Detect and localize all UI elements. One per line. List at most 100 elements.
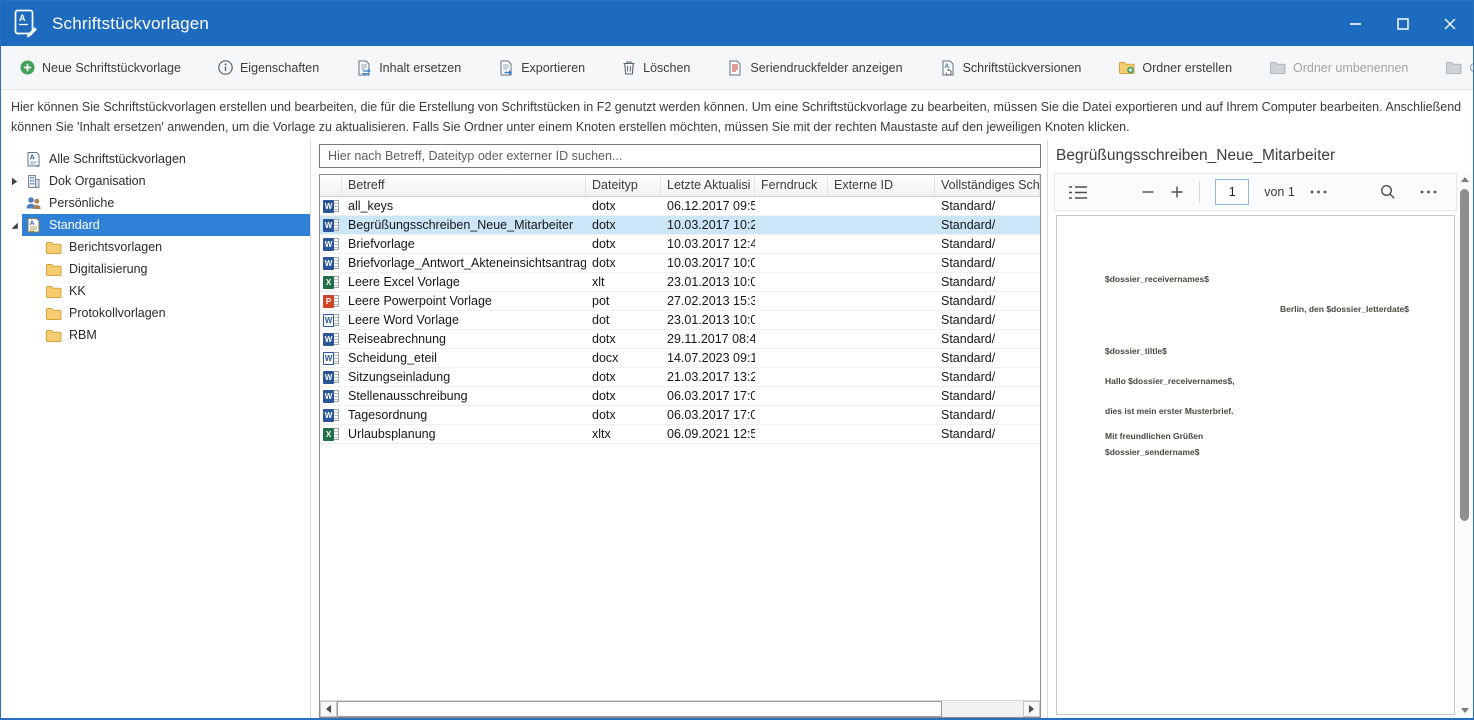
table-row[interactable]: PLeere Powerpoint Vorlagepot27.02.2013 1… — [320, 292, 1040, 311]
word-outline-file-icon: W — [320, 352, 342, 365]
table-row[interactable]: WScheidung_eteildocx14.07.2023 09:17Stan… — [320, 349, 1040, 368]
folder-icon — [44, 306, 62, 321]
folder-icon — [44, 262, 62, 277]
show-mailmerge-fields-button[interactable]: Seriendruckfelder anzeigen — [716, 53, 913, 83]
minimize-button[interactable] — [1332, 1, 1379, 46]
tree-item-rbm[interactable]: RBM — [1, 324, 310, 346]
cell-betreff: Urlaubsplanung — [342, 427, 586, 441]
outline-icon[interactable] — [1068, 185, 1088, 200]
delete-folder-button-label: Ordner löschen — [1469, 61, 1474, 75]
column-header-letzte[interactable]: Letzte Aktualisi — [661, 175, 755, 196]
preview-panel: Begrüßungsschreiben_Neue_Mitarbeiter 1 v… — [1047, 140, 1473, 718]
expander-expanded-icon[interactable] — [6, 221, 22, 230]
zoom-in-icon[interactable] — [1170, 185, 1184, 199]
zoom-out-icon[interactable] — [1141, 185, 1155, 199]
column-header-externe[interactable]: Externe ID — [828, 175, 935, 196]
scroll-down-icon[interactable] — [1461, 708, 1469, 713]
building-icon — [24, 173, 42, 190]
new-template-button[interactable]: Neue Schriftstückvorlage — [9, 53, 192, 83]
more-options-icon[interactable] — [1420, 190, 1437, 194]
expander-collapsed-icon[interactable] — [6, 177, 22, 186]
table-row[interactable]: WBegrüßungsschreiben_Neue_Mitarbeiterdot… — [320, 216, 1040, 235]
tree-item-protokollvorlagen[interactable]: Protokollvorlagen — [1, 302, 310, 324]
replace-content-button-label: Inhalt ersetzen — [379, 61, 461, 75]
tree-item-label: RBM — [69, 328, 97, 342]
cell-betreff: Leere Powerpoint Vorlage — [342, 294, 586, 308]
cell-vollst: Standard/ — [935, 256, 1040, 270]
rename-folder-button-label: Ordner umbenennen — [1293, 61, 1408, 75]
cell-betreff: Tagesordnung — [342, 408, 586, 422]
word-file-icon: W — [320, 257, 342, 270]
vertical-scrollbar[interactable] — [1457, 173, 1472, 716]
replace-content-button[interactable]: Inhalt ersetzen — [345, 53, 472, 83]
page-number-input[interactable]: 1 — [1215, 179, 1249, 205]
scroll-right-button[interactable] — [1023, 701, 1040, 717]
pdf-toolbar: 1 von 1 — [1054, 173, 1457, 211]
column-header-dateityp[interactable]: Dateityp — [586, 175, 661, 196]
info-icon — [218, 60, 233, 75]
column-header-ferndruck[interactable]: Ferndruck — [755, 175, 828, 196]
document-preview: $dossier_receivernames$Berlin, den $doss… — [1054, 211, 1457, 716]
table-row[interactable]: WReiseabrechnungdotx29.11.2017 08:45Stan… — [320, 330, 1040, 349]
scroll-up-icon[interactable] — [1461, 177, 1469, 182]
tree-item-label: Berichtsvorlagen — [69, 240, 162, 254]
horizontal-scrollbar-thumb[interactable] — [337, 701, 942, 717]
mailmerge-icon — [727, 60, 743, 76]
cell-betreff: Begrüßungsschreiben_Neue_Mitarbeiter — [342, 218, 586, 232]
scroll-left-button[interactable] — [320, 701, 337, 717]
more-page-options-icon[interactable] — [1310, 190, 1327, 194]
table-row[interactable]: WSitzungseinladungdotx21.03.2017 13:29St… — [320, 368, 1040, 387]
table-row[interactable]: XLeere Excel Vorlagexlt23.01.2013 10:04S… — [320, 273, 1040, 292]
cell-dateityp: xlt — [586, 275, 661, 289]
tree-item-dok-organisation[interactable]: Dok Organisation — [1, 170, 310, 192]
table-row[interactable]: WLeere Word Vorlagedot23.01.2013 10:03St… — [320, 311, 1040, 330]
cell-vollst: Standard/ — [935, 218, 1040, 232]
delete-button[interactable]: Löschen — [611, 53, 701, 83]
tree-item-label: Persönliche — [49, 196, 114, 210]
maximize-button[interactable] — [1379, 1, 1426, 46]
vertical-scrollbar-thumb[interactable] — [1460, 189, 1469, 521]
tree-item-label: Protokollvorlagen — [69, 306, 166, 320]
tree-item-digitalisierung[interactable]: Digitalisierung — [1, 258, 310, 280]
cell-letzte: 29.11.2017 08:45 — [661, 332, 755, 346]
table-row[interactable]: WBriefvorlage_Antwort_Akteneinsichtsantr… — [320, 254, 1040, 273]
cell-betreff: Stellenausschreibung — [342, 389, 586, 403]
titlebar: A Schriftstückvorlagen — [1, 1, 1473, 46]
create-folder-button[interactable]: Ordner erstellen — [1107, 53, 1243, 83]
window-title: Schriftstückvorlagen — [52, 14, 209, 34]
app-window: A Schriftstückvorlagen Neue Schriftstück… — [0, 0, 1474, 720]
tree-item-standard[interactable]: AStandard — [1, 214, 310, 236]
folder-icon — [44, 240, 62, 255]
search-icon[interactable] — [1380, 184, 1396, 200]
toolbar: Neue Schriftstückvorlage Eigenschaften Inh… — [1, 46, 1473, 90]
properties-button-label: Eigenschaften — [240, 61, 319, 75]
table-row[interactable]: WStellenausschreibungdotx06.03.2017 17:0… — [320, 387, 1040, 406]
close-button[interactable] — [1426, 1, 1473, 46]
table-row[interactable]: XUrlaubsplanungxltx06.09.2021 12:59Stand… — [320, 425, 1040, 444]
horizontal-scrollbar-track[interactable] — [942, 701, 1023, 717]
table-row[interactable]: Wall_keysdotx06.12.2017 09:52Standard/ — [320, 197, 1040, 216]
show-mailmerge-fields-button-label: Seriendruckfelder anzeigen — [750, 61, 902, 75]
properties-button[interactable]: Eigenschaften — [207, 53, 330, 83]
people-icon — [24, 195, 42, 211]
tree-item-label: Digitalisierung — [69, 262, 148, 276]
table-row[interactable]: WTagesordnungdotx06.03.2017 17:05Standar… — [320, 406, 1040, 425]
horizontal-scrollbar[interactable] — [320, 700, 1040, 717]
export-button[interactable]: Exportieren — [487, 53, 596, 83]
tree-item-alle-schriftst-ckvorlagen[interactable]: AAlle Schriftstückvorlagen — [1, 148, 310, 170]
folder-add-icon — [1118, 60, 1135, 75]
search-input[interactable] — [319, 144, 1041, 168]
table-row[interactable]: WBriefvorlagedotx10.03.2017 12:43Standar… — [320, 235, 1040, 254]
tree-item-kk[interactable]: KK — [1, 280, 310, 302]
cell-letzte: 06.03.2017 17:05 — [661, 389, 755, 403]
column-header-icon[interactable] — [320, 175, 342, 196]
cell-betreff: all_keys — [342, 199, 586, 213]
cell-dateityp: dot — [586, 313, 661, 327]
word-file-icon: W — [320, 371, 342, 384]
column-header-vollst[interactable]: Vollständiges Schri — [935, 175, 1040, 196]
folder-icon — [44, 328, 62, 343]
tree-item-pers-nliche[interactable]: Persönliche — [1, 192, 310, 214]
template-versions-button[interactable]: ASchriftstückversionen — [929, 53, 1093, 83]
column-header-betreff[interactable]: Betreff — [342, 175, 586, 196]
tree-item-berichtsvorlagen[interactable]: Berichtsvorlagen — [1, 236, 310, 258]
